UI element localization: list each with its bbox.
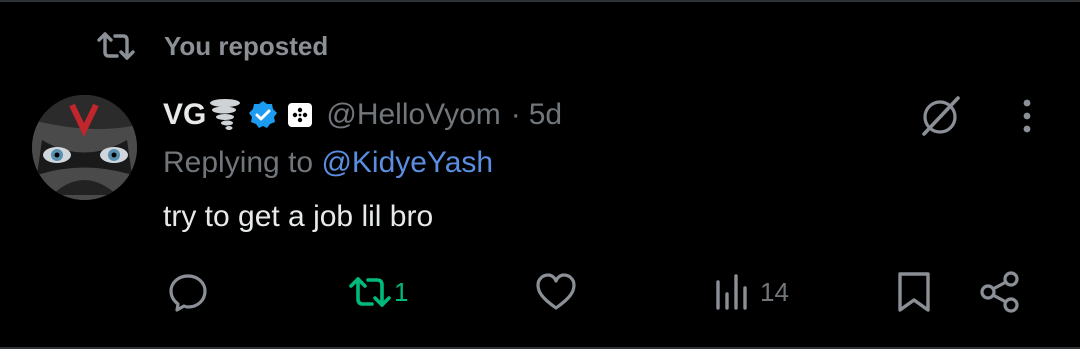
reply-button[interactable] [166,268,210,316]
views-count: 14 [760,276,789,307]
action-bar: 1 14 [0,268,1080,316]
reply-icon [169,274,207,312]
post-header: VG @HelloVyom · 5d [163,94,562,136]
timestamp[interactable]: 5d [529,98,562,132]
avatar[interactable] [32,95,137,200]
repost-icon [349,277,391,307]
top-divider [0,0,1080,2]
handle[interactable]: @HelloVyom [326,98,500,132]
bookmark-button[interactable] [892,268,936,316]
separator-dot: · [510,98,521,131]
views-icon [716,274,747,310]
verified-badge-icon [249,101,278,128]
repost-count: 1 [394,276,409,307]
repost-label: You reposted [164,30,329,61]
affiliate-badge-icon[interactable] [288,103,313,127]
views-button[interactable]: 14 [710,268,789,316]
repost-icon [97,32,135,60]
more-icon[interactable] [1010,97,1044,137]
reply-mention-link[interactable]: @KidyeYash [321,146,493,179]
share-icon [980,271,1019,313]
repost-button[interactable]: 1 [348,268,408,316]
bookmark-icon [898,272,930,312]
share-button[interactable] [978,268,1022,316]
like-button[interactable] [534,268,578,316]
replying-to: Replying to @KidyeYash [163,146,493,180]
display-name[interactable]: VG [163,98,206,132]
tornado-emoji-icon [210,99,241,130]
post-text: try to get a job lil bro [163,200,434,233]
grok-icon[interactable] [916,92,964,140]
reply-prefix: Replying to [163,146,322,179]
heart-icon [536,273,576,310]
repost-banner: You reposted [96,28,328,64]
